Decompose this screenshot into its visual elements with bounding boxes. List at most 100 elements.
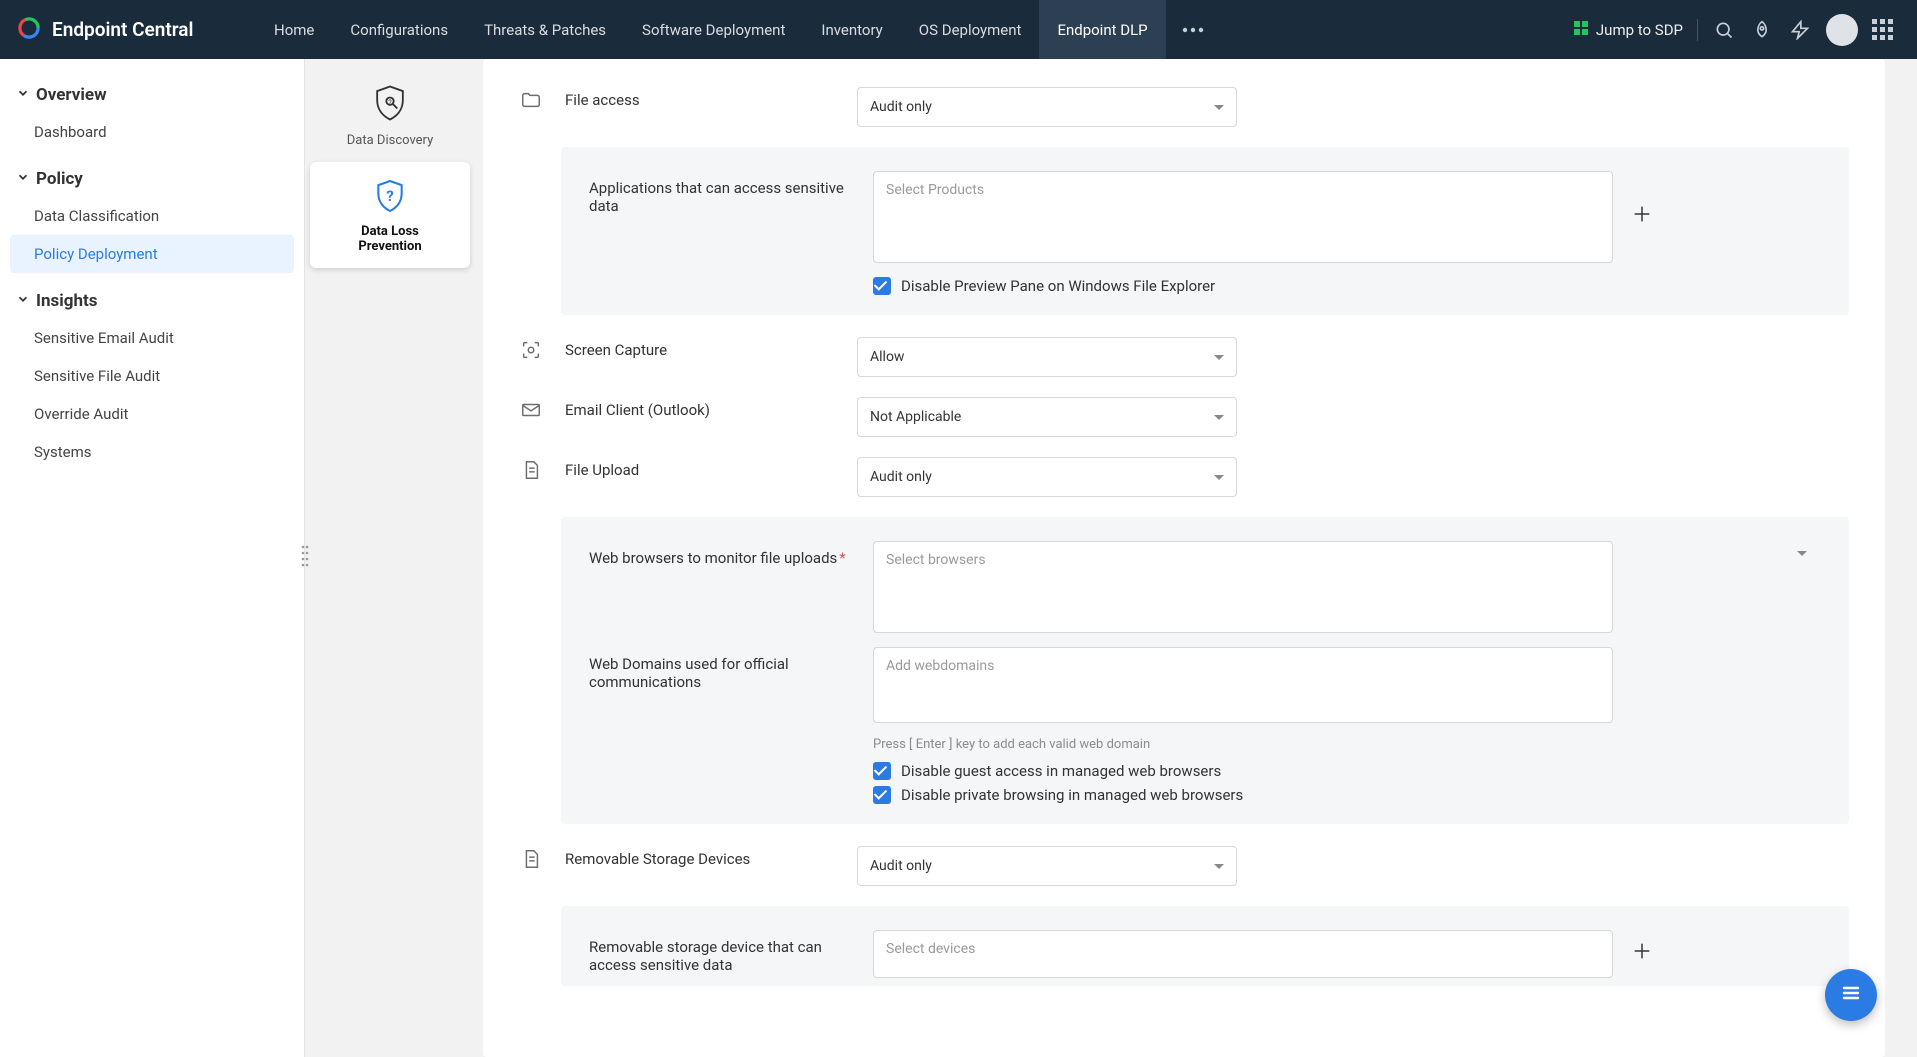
sidebar-group-policy[interactable]: Policy — [10, 161, 294, 197]
add-apps-button[interactable] — [1631, 203, 1653, 229]
removable-label: Removable Storage Devices — [565, 846, 835, 868]
disable-preview-checkbox[interactable] — [873, 277, 891, 295]
file-access-select[interactable]: Audit only — [857, 87, 1237, 127]
file-upload-label: File Upload — [565, 457, 835, 479]
sidebar-group-label: Overview — [36, 85, 107, 105]
topnav-threats-patches[interactable]: Threats & Patches — [466, 0, 624, 59]
input-placeholder: Add webdomains — [886, 658, 994, 674]
select-value: Audit only — [870, 469, 932, 485]
chevron-down-icon — [16, 291, 30, 311]
shield-question-icon: ? — [318, 176, 462, 216]
select-value: Audit only — [870, 858, 932, 874]
row-file-upload: File Upload Audit only — [519, 457, 1849, 497]
envelope-icon — [519, 399, 543, 421]
chevron-down-icon — [1214, 105, 1224, 110]
sidebar-group-insights[interactable]: Insights — [10, 283, 294, 319]
sidebar-item-systems[interactable]: Systems — [10, 433, 294, 471]
topbar: Endpoint Central Home Configurations Thr… — [0, 0, 1917, 59]
sidebar-item-sensitive-email-audit[interactable]: Sensitive Email Audit — [10, 319, 294, 357]
chevron-down-icon — [1214, 475, 1224, 480]
bolt-icon[interactable] — [1788, 18, 1812, 42]
storage-icon — [519, 848, 543, 870]
brand: Endpoint Central — [16, 15, 256, 45]
svg-text:?: ? — [386, 187, 393, 205]
domains-input[interactable]: Add webdomains — [873, 647, 1613, 723]
jump-to-sdp-link[interactable]: Jump to SDP — [1572, 19, 1698, 41]
removable-devices-input[interactable]: Select devices — [873, 930, 1613, 978]
sidebar-collapse-handle[interactable] — [300, 541, 310, 575]
disable-private-label: Disable private browsing in managed web … — [901, 786, 1243, 804]
row-file-access: File access Audit only — [519, 87, 1849, 127]
row-email-client: Email Client (Outlook) Not Applicable — [519, 397, 1849, 437]
avatar[interactable] — [1826, 14, 1858, 46]
file-access-panel: Applications that can access sensitive d… — [561, 147, 1849, 315]
topnav-software-deployment[interactable]: Software Deployment — [624, 0, 803, 59]
browsers-input[interactable]: Select browsers — [873, 541, 1613, 633]
subnav-tab-label: Data Discovery — [318, 133, 462, 148]
select-value: Allow — [870, 349, 904, 365]
topnav-endpoint-dlp[interactable]: Endpoint DLP — [1039, 0, 1165, 59]
sidebar-group-label: Insights — [36, 291, 97, 311]
apps-access-input[interactable]: Select Products — [873, 171, 1613, 263]
jump-icon — [1572, 19, 1590, 41]
topnav-configurations[interactable]: Configurations — [332, 0, 466, 59]
row-screen-capture: Screen Capture Allow — [519, 337, 1849, 377]
screen-capture-label: Screen Capture — [565, 337, 835, 359]
topbar-right: Jump to SDP — [1572, 14, 1901, 46]
sidebar-item-policy-deployment[interactable]: Policy Deployment — [10, 235, 294, 273]
domains-label: Web Domains used for official communicat… — [589, 647, 849, 691]
magnifier-shield-icon: ? — [318, 81, 462, 125]
brand-name: Endpoint Central — [52, 18, 193, 41]
file-upload-icon — [519, 459, 543, 481]
subnav-data-discovery[interactable]: ? Data Discovery — [310, 67, 470, 162]
screen-capture-select[interactable]: Allow — [857, 337, 1237, 377]
disable-guest-label: Disable guest access in managed web brow… — [901, 762, 1221, 780]
brand-logo-icon — [16, 15, 42, 45]
email-client-select[interactable]: Not Applicable — [857, 397, 1237, 437]
apps-access-label: Applications that can access sensitive d… — [589, 171, 849, 215]
select-value: Audit only — [870, 99, 932, 115]
input-placeholder: Select devices — [886, 941, 975, 957]
file-upload-select[interactable]: Audit only — [857, 457, 1237, 497]
input-placeholder: Select Products — [886, 182, 984, 198]
disable-guest-checkbox[interactable] — [873, 762, 891, 780]
subnav-data-loss-prevention[interactable]: ? Data Loss Prevention — [310, 162, 470, 268]
topnav-os-deployment[interactable]: OS Deployment — [901, 0, 1040, 59]
sidebar-group-label: Policy — [36, 169, 83, 189]
email-client-label: Email Client (Outlook) — [565, 397, 835, 419]
file-access-label: File access — [565, 87, 835, 109]
subnav-tab-label: Data Loss Prevention — [318, 224, 462, 254]
help-fab[interactable] — [1825, 969, 1877, 1021]
chevron-down-icon — [1214, 415, 1224, 420]
topnav-more-icon[interactable] — [1166, 0, 1220, 59]
sidebar-item-data-classification[interactable]: Data Classification — [10, 197, 294, 235]
chevron-down-icon — [16, 169, 30, 189]
screen-capture-icon — [519, 339, 543, 361]
chevron-down-icon — [1214, 864, 1224, 869]
removable-select[interactable]: Audit only — [857, 846, 1237, 886]
jump-label: Jump to SDP — [1596, 21, 1683, 39]
select-value: Not Applicable — [870, 409, 961, 425]
rocket-icon[interactable] — [1750, 18, 1774, 42]
removable-panel: Removable storage device that can access… — [561, 906, 1849, 986]
subnav: ? Data Discovery ? Data Loss Prevention — [305, 59, 475, 1057]
topnav-inventory[interactable]: Inventory — [803, 0, 900, 59]
browsers-label: Web browsers to monitor file uploads* — [589, 541, 849, 567]
removable-devices-label: Removable storage device that can access… — [589, 930, 849, 974]
disable-private-checkbox[interactable] — [873, 786, 891, 804]
file-upload-panel: Web browsers to monitor file uploads* Se… — [561, 517, 1849, 824]
topnav-home[interactable]: Home — [256, 0, 332, 59]
svg-text:?: ? — [388, 98, 392, 107]
domains-hint: Press [ Enter ] key to add each valid we… — [873, 737, 1821, 752]
chevron-down-icon — [16, 85, 30, 105]
row-removable-storage: Removable Storage Devices Audit only — [519, 846, 1849, 886]
sidebar-item-dashboard[interactable]: Dashboard — [10, 113, 294, 151]
sidebar-group-overview[interactable]: Overview — [10, 77, 294, 113]
search-icon[interactable] — [1712, 18, 1736, 42]
topnav: Home Configurations Threats & Patches So… — [256, 0, 1220, 59]
sidebar-item-override-audit[interactable]: Override Audit — [10, 395, 294, 433]
sidebar: Overview Dashboard Policy Data Classific… — [0, 59, 305, 1057]
add-devices-button[interactable] — [1631, 940, 1653, 966]
apps-grid-icon[interactable] — [1872, 19, 1893, 40]
sidebar-item-sensitive-file-audit[interactable]: Sensitive File Audit — [10, 357, 294, 395]
